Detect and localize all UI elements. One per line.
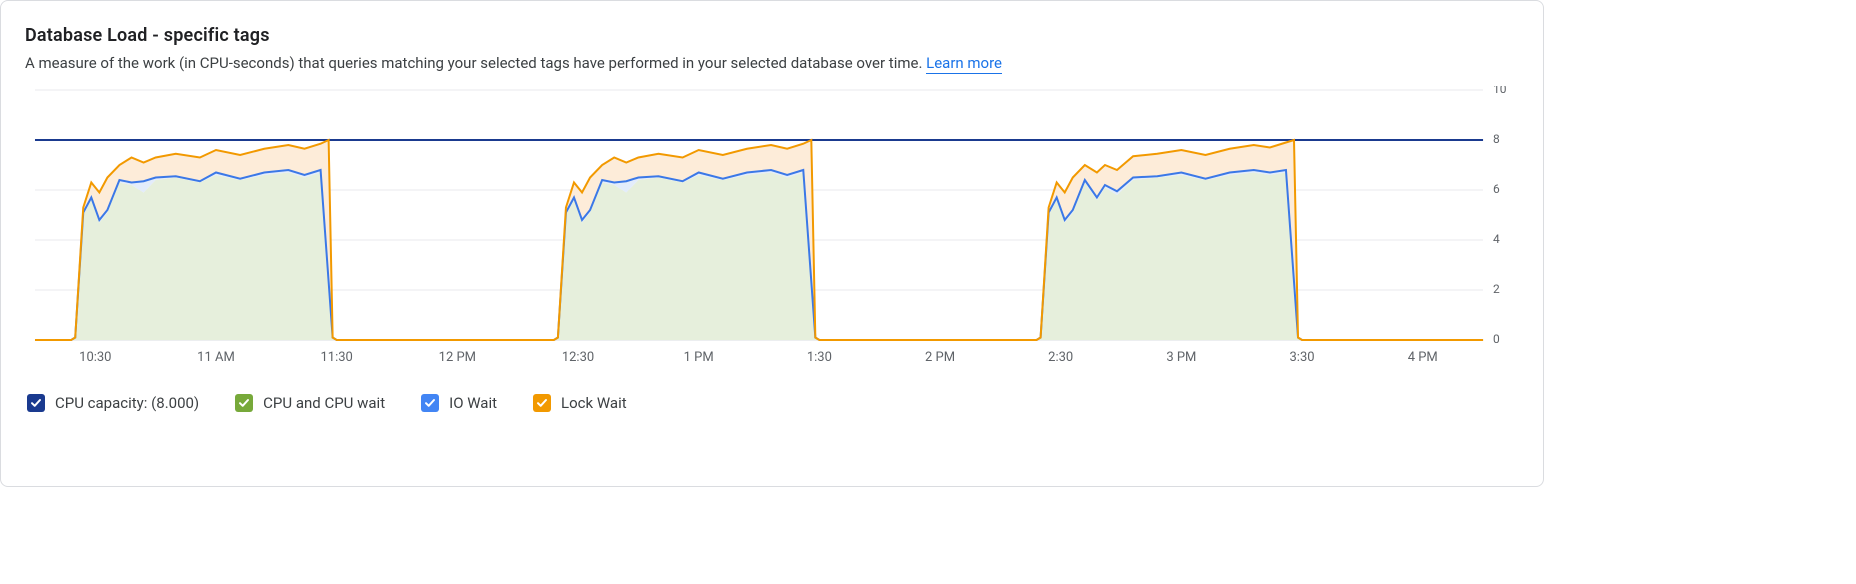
svg-text:11:30: 11:30: [321, 350, 353, 365]
panel-title: Database Load - specific tags: [25, 25, 1523, 46]
legend-item-lock-wait[interactable]: Lock Wait: [533, 394, 627, 412]
svg-text:2:30: 2:30: [1048, 350, 1073, 365]
chart-area: 0 2 4 6 8 10 10:30 11 AM 11:30 12 PM 12:30 1 PM 1:30…: [25, 86, 1523, 376]
legend-label: CPU capacity: (8.000): [55, 394, 199, 412]
svg-text:2 PM: 2 PM: [925, 350, 955, 365]
svg-text:3 PM: 3 PM: [1166, 350, 1196, 365]
svg-text:2: 2: [1493, 282, 1500, 296]
legend-label: CPU and CPU wait: [263, 394, 385, 412]
svg-text:4 PM: 4 PM: [1408, 350, 1438, 365]
database-load-card: Database Load - specific tags A measure …: [0, 0, 1544, 487]
checkbox-icon: [421, 394, 439, 412]
panel-subtitle: A measure of the work (in CPU-seconds) t…: [25, 54, 1523, 72]
svg-text:1 PM: 1 PM: [684, 350, 714, 365]
legend-item-cpu-capacity[interactable]: CPU capacity: (8.000): [27, 394, 199, 412]
learn-more-link[interactable]: Learn more: [926, 54, 1002, 74]
svg-text:1:30: 1:30: [807, 350, 832, 365]
svg-text:12:30: 12:30: [562, 350, 594, 365]
checkbox-icon: [235, 394, 253, 412]
legend-label: Lock Wait: [561, 394, 627, 412]
svg-text:0: 0: [1493, 332, 1500, 346]
database-load-chart: 0 2 4 6 8 10 10:30 11 AM 11:30 12 PM 12:30 1 PM 1:30…: [25, 86, 1523, 376]
svg-text:8: 8: [1493, 132, 1500, 146]
chart-legend: CPU capacity: (8.000) CPU and CPU wait I…: [25, 394, 1523, 412]
legend-item-cpu-wait[interactable]: CPU and CPU wait: [235, 394, 385, 412]
panel-subtitle-text: A measure of the work (in CPU-seconds) t…: [25, 54, 926, 72]
svg-text:3:30: 3:30: [1290, 350, 1315, 365]
checkbox-icon: [27, 394, 45, 412]
legend-item-io-wait[interactable]: IO Wait: [421, 394, 497, 412]
svg-text:6: 6: [1493, 182, 1500, 196]
svg-text:11 AM: 11 AM: [197, 350, 235, 365]
legend-label: IO Wait: [449, 394, 497, 412]
svg-text:10: 10: [1493, 86, 1507, 96]
checkbox-icon: [533, 394, 551, 412]
svg-text:10:30: 10:30: [79, 350, 111, 365]
svg-text:12 PM: 12 PM: [439, 350, 476, 365]
svg-text:4: 4: [1493, 232, 1500, 246]
